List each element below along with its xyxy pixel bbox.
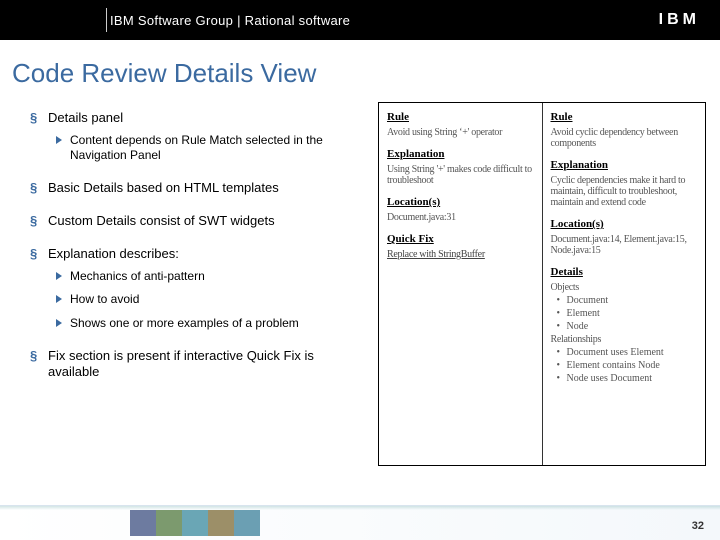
bullet-text: Details panel (48, 110, 123, 125)
section-heading: Rule (551, 111, 698, 123)
bullet-item: Basic Details based on HTML templates (30, 180, 355, 197)
bullet-item: Fix section is present if interactive Qu… (30, 348, 355, 382)
brand-tile-icon (182, 510, 208, 536)
relationships-list: Document uses Element Element contains N… (551, 347, 698, 384)
section-heading: Location(s) (551, 218, 698, 230)
slide-footer: 32 (0, 505, 720, 540)
section-text: Using String '+' makes code difficult to… (387, 164, 534, 186)
brand-tile-icon (208, 510, 234, 536)
brand-tile-icon (130, 510, 156, 536)
sub-bullet-list: Mechanics of anti-pattern How to avoid S… (56, 269, 355, 332)
section-text: Cyclic dependencies make it hard to main… (551, 175, 698, 208)
list-item: Node uses Document (557, 373, 698, 384)
detail-panels: Rule Avoid using String ‘+' operator Exp… (378, 102, 706, 466)
brand-icons (130, 510, 260, 536)
objects-list: Document Element Node (551, 295, 698, 332)
slide-number: 32 (692, 520, 704, 532)
quick-fix-link[interactable]: Replace with StringBuffer (387, 249, 534, 260)
brand-tile-icon (234, 510, 260, 536)
section-heading: Details (551, 266, 698, 278)
bullet-item: Custom Details consist of SWT widgets (30, 213, 355, 230)
custom-detail-panel: Rule Avoid cyclic dependency between com… (542, 103, 706, 465)
list-item: Document (557, 295, 698, 306)
section-text: Avoid using String ‘+' operator (387, 127, 534, 138)
list-item: Document uses Element (557, 347, 698, 358)
list-item: Element (557, 308, 698, 319)
subsection-heading: Objects (551, 282, 698, 293)
section-text: Document.java:14, Element.java:15, Node.… (551, 234, 698, 256)
sub-bullet-list: Content depends on Rule Match selected i… (56, 133, 355, 164)
basic-detail-panel: Rule Avoid using String ‘+' operator Exp… (379, 103, 542, 465)
brand-tile-icon (156, 510, 182, 536)
list-item: Element contains Node (557, 360, 698, 371)
subsection-heading: Relationships (551, 334, 698, 345)
page-title: Code Review Details View (12, 58, 316, 89)
list-item: Node (557, 321, 698, 332)
header-divider (106, 8, 107, 32)
slide-header: IBM Software Group | Rational software I… (0, 0, 720, 40)
sub-bullet-item: Content depends on Rule Match selected i… (56, 133, 355, 164)
header-title: IBM Software Group | Rational software (110, 13, 350, 28)
content-column: Details panel Content depends on Rule Ma… (30, 110, 355, 397)
bullet-item: Explanation describes: Mechanics of anti… (30, 246, 355, 332)
section-heading: Rule (387, 111, 534, 123)
section-heading: Location(s) (387, 196, 534, 208)
sub-bullet-item: Mechanics of anti-pattern (56, 269, 355, 285)
bullet-text: Explanation describes: (48, 246, 179, 261)
section-heading: Quick Fix (387, 233, 534, 245)
section-text: Document.java:31 (387, 212, 534, 223)
footer-gradient (0, 506, 720, 510)
ibm-logo-icon: IBM (659, 11, 700, 29)
sub-bullet-item: How to avoid (56, 292, 355, 308)
section-text: Avoid cyclic dependency between componen… (551, 127, 698, 149)
bullet-item: Details panel Content depends on Rule Ma… (30, 110, 355, 164)
section-heading: Explanation (551, 159, 698, 171)
bullet-list: Details panel Content depends on Rule Ma… (30, 110, 355, 381)
section-heading: Explanation (387, 148, 534, 160)
sub-bullet-item: Shows one or more examples of a problem (56, 316, 355, 332)
